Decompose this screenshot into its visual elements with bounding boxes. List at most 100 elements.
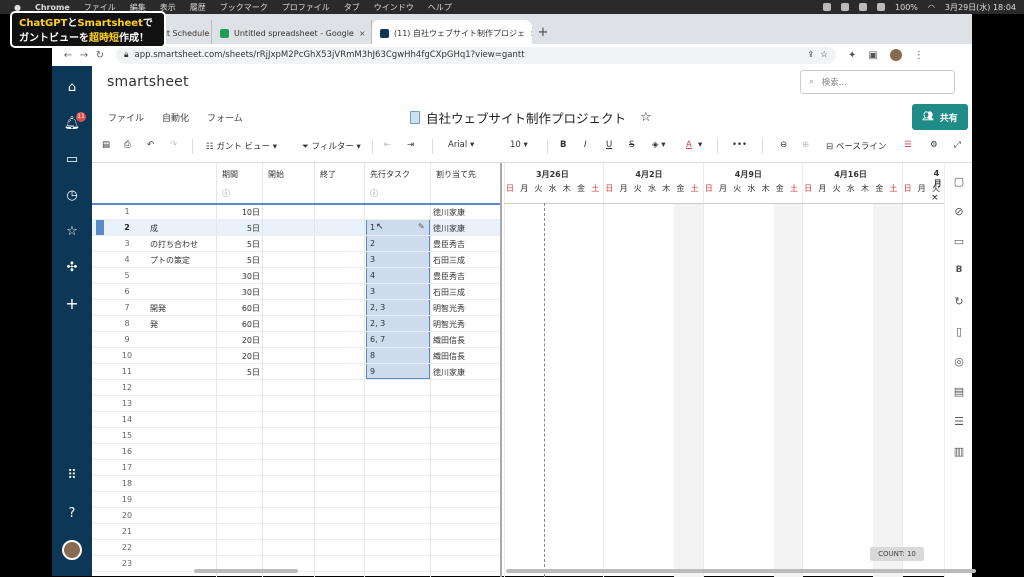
close-icon[interactable]: × xyxy=(359,29,366,38)
predecessor-cell[interactable]: 3 xyxy=(370,287,375,296)
workapps-icon[interactable]: ✣ xyxy=(52,260,92,275)
table-row[interactable]: 18 xyxy=(92,476,500,492)
favorites-star-icon[interactable]: ☆ xyxy=(52,224,92,239)
notifications-icon[interactable]: 🔔︎ xyxy=(52,116,92,131)
table-row[interactable]: 8 発 60日 2, 3 明智光秀 xyxy=(92,316,500,332)
print-icon[interactable]: ⎙ xyxy=(124,140,131,150)
column-header-assignee[interactable]: 割り当て先 xyxy=(430,163,482,203)
assignee-cell[interactable]: 徳川家康 xyxy=(433,367,465,378)
table-row[interactable]: 1 10日 徳川家康 xyxy=(92,204,500,220)
browser-tab[interactable]: Untitled spreadsheet - Google × xyxy=(212,20,372,46)
settings-gear-icon[interactable]: ⚙ xyxy=(930,140,938,150)
assignee-cell[interactable]: 織田信長 xyxy=(433,351,465,362)
sheet-title[interactable]: 自社ウェブサイト制作プロジェクト xyxy=(426,108,626,127)
sidepanel-icon[interactable]: ▣ xyxy=(868,50,877,61)
publish-icon[interactable]: ▤ xyxy=(951,385,967,399)
recents-clock-icon[interactable]: ◷ xyxy=(52,188,92,203)
status-icon[interactable] xyxy=(841,3,850,11)
attachments-icon[interactable]: ⊘ xyxy=(951,205,967,219)
menubar-item[interactable]: プロファイル xyxy=(282,2,330,13)
assignee-cell[interactable]: 明智光秀 xyxy=(433,319,465,330)
menu-automation[interactable]: 自動化 xyxy=(162,111,189,124)
menubar-clock[interactable]: 3月29日(水) 18:04 xyxy=(945,2,1016,13)
url-bar[interactable]: 🔒︎ app.smartsheet.com/sheets/rRjJxpM2PcG… xyxy=(116,46,836,64)
outdent-icon[interactable]: ⇤ xyxy=(384,140,391,150)
table-row[interactable]: 20 xyxy=(92,508,500,524)
create-plus-icon[interactable]: + xyxy=(52,294,92,313)
table-row[interactable]: 11 5日 9 徳川家康 xyxy=(92,364,500,380)
table-row[interactable]: 2 成 5日 1 徳川家康 xyxy=(92,220,500,236)
table-row[interactable]: 17 xyxy=(92,460,500,476)
table-row[interactable]: 15 xyxy=(92,428,500,444)
assignee-cell[interactable]: 豊臣秀吉 xyxy=(433,271,465,282)
menubar-item[interactable]: ブックマーク xyxy=(220,2,268,13)
bold-icon[interactable]: B xyxy=(560,140,566,150)
launcher-grid-icon[interactable]: ⠿ xyxy=(52,468,92,483)
fill-color-icon[interactable]: ◈ ▾ xyxy=(652,140,666,150)
bookmark-star-icon[interactable]: ☆ xyxy=(820,50,828,60)
task-name-cell[interactable]: の打ち合わせ xyxy=(150,239,216,250)
duration-cell[interactable]: 5日 xyxy=(218,255,260,266)
predecessor-cell[interactable]: 8 xyxy=(370,351,375,360)
font-selector[interactable]: Arial ▾ xyxy=(448,140,474,150)
assignee-cell[interactable]: 徳川家康 xyxy=(433,223,465,234)
duration-cell[interactable]: 30日 xyxy=(218,271,260,282)
assignee-cell[interactable]: 明智光秀 xyxy=(433,303,465,314)
comments-icon[interactable]: ▢ xyxy=(951,175,967,189)
summary-icon[interactable]: B xyxy=(951,265,967,279)
table-row[interactable]: 4 プトの策定 5日 3 石田三成 xyxy=(92,252,500,268)
table-row[interactable]: 22 xyxy=(92,540,500,556)
table-row[interactable]: 13 xyxy=(92,396,500,412)
table-row[interactable]: 21 xyxy=(92,524,500,540)
lock-icon[interactable]: 🔒︎ xyxy=(124,50,129,60)
profile-avatar[interactable] xyxy=(889,49,902,61)
table-row[interactable]: 5 30日 4 豊臣秀吉 xyxy=(92,268,500,284)
browser-tab-active[interactable]: (11) 自社ウェブサイト制作プロジェ × xyxy=(372,20,532,46)
duration-cell[interactable]: 20日 xyxy=(218,351,260,362)
duration-cell[interactable]: 10日 xyxy=(218,207,260,218)
predecessor-cell[interactable]: 3 xyxy=(370,255,375,264)
duration-cell[interactable]: 20日 xyxy=(218,335,260,346)
duration-cell[interactable]: 60日 xyxy=(218,319,260,330)
column-header-start[interactable]: 開始 xyxy=(262,163,290,203)
italic-icon[interactable]: I xyxy=(584,140,587,150)
help-icon[interactable]: ? xyxy=(52,506,92,521)
menubar-item[interactable]: タブ xyxy=(344,2,360,13)
menubar-item[interactable]: ウインドウ xyxy=(374,2,414,13)
gantt-horizontal-scrollbar[interactable] xyxy=(506,569,976,573)
table-row[interactable]: 3 の打ち合わせ 5日 2 豊臣秀吉 xyxy=(92,236,500,252)
font-size-selector[interactable]: 10 ▾ xyxy=(510,140,528,150)
assignee-cell[interactable]: 豊臣秀吉 xyxy=(433,239,465,250)
strikethrough-icon[interactable]: S xyxy=(629,140,634,150)
table-row[interactable]: 9 20日 6, 7 織田信長 xyxy=(92,332,500,348)
table-row[interactable]: 14 xyxy=(92,412,500,428)
task-name-cell[interactable]: 発 xyxy=(150,319,216,330)
new-tab-button[interactable]: + xyxy=(532,20,554,46)
reports-icon[interactable]: ▥ xyxy=(951,445,967,459)
close-icon[interactable]: × xyxy=(931,193,939,203)
duration-cell[interactable]: 30日 xyxy=(218,287,260,298)
proofs-icon[interactable]: ▭ xyxy=(951,235,967,249)
expand-icon[interactable]: ⤢ xyxy=(954,140,961,150)
status-icon[interactable] xyxy=(877,3,886,11)
folder-icon[interactable]: ▭ xyxy=(52,152,92,167)
assignee-cell[interactable]: 織田信長 xyxy=(433,335,465,346)
menubar-item[interactable]: ヘルプ xyxy=(428,2,452,13)
duration-cell[interactable]: 5日 xyxy=(218,239,260,250)
forward-icon[interactable]: → xyxy=(76,50,92,61)
task-name-cell[interactable]: 開発 xyxy=(150,303,216,314)
predecessor-cell[interactable]: 2, 3 xyxy=(370,319,385,328)
predecessor-cell[interactable]: 6, 7 xyxy=(370,335,385,344)
home-icon[interactable]: ⌂ xyxy=(52,80,92,95)
activity-log-icon[interactable]: ↻ xyxy=(951,295,967,309)
predecessor-cell[interactable]: 9 xyxy=(370,367,375,376)
zoom-out-icon[interactable]: ⊖ xyxy=(780,140,787,150)
status-icon[interactable] xyxy=(859,3,868,11)
view-selector[interactable]: ☷ ガント ビュー ▾ xyxy=(206,140,277,152)
text-color-icon[interactable]: A xyxy=(686,140,692,150)
predecessor-cell[interactable]: 2, 3 xyxy=(370,303,385,312)
more-options-icon[interactable]: ••• xyxy=(732,140,747,150)
share-icon[interactable]: ⇪ xyxy=(807,50,814,60)
table-row[interactable]: 16 xyxy=(92,444,500,460)
assignee-cell[interactable]: 石田三成 xyxy=(433,287,465,298)
